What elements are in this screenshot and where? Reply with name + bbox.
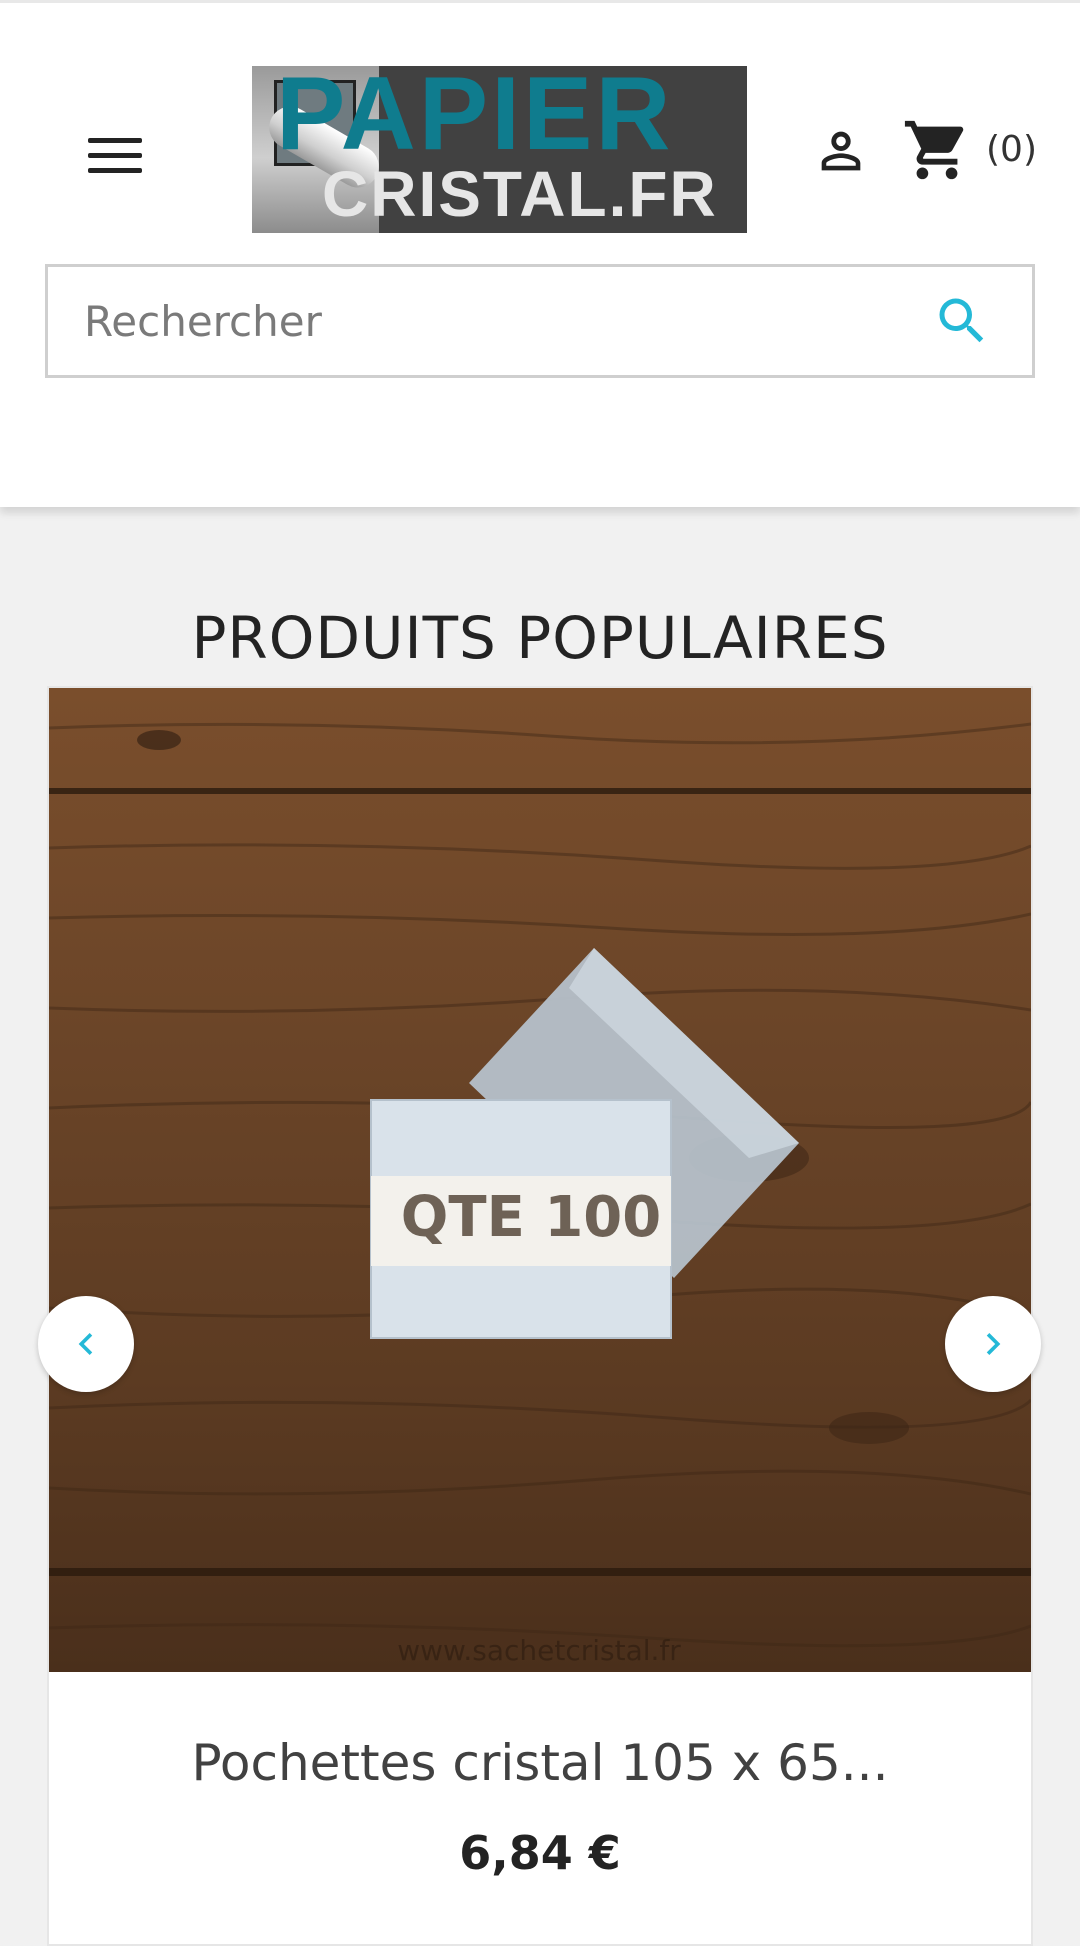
site-header: PAPIER CRISTAL.FR (0) — [0, 0, 1080, 507]
hamburger-menu-button[interactable] — [88, 123, 152, 187]
logo-text-cristal: CRISTAL.FR — [322, 158, 718, 230]
search-input[interactable] — [48, 267, 908, 375]
product-photo: QTE 100 www.sachetcristal.fr — [49, 688, 1031, 1672]
chevron-right-icon — [986, 1333, 1001, 1355]
product-name[interactable]: Pochettes cristal 105 x 65... — [49, 1734, 1031, 1792]
search-bar — [45, 264, 1035, 378]
product-price: 6,84 € — [459, 1826, 621, 1880]
carousel-next-button[interactable] — [945, 1296, 1041, 1392]
product-image[interactable]: QTE 100 www.sachetcristal.fr — [49, 688, 1031, 1672]
hamburger-menu-icon — [88, 137, 142, 143]
user-icon[interactable] — [812, 121, 870, 181]
section-title: PRODUITS POPULAIRES — [191, 604, 889, 673]
chevron-left-icon — [78, 1333, 93, 1355]
product-image-label: QTE 100 — [401, 1185, 661, 1250]
cart-count[interactable]: (0) — [986, 129, 1037, 170]
product-image-watermark: www.sachetcristal.fr — [397, 1634, 681, 1667]
shopping-cart-icon[interactable] — [902, 115, 972, 185]
site-logo[interactable]: PAPIER CRISTAL.FR — [252, 66, 747, 233]
logo-text-papier: PAPIER — [276, 66, 674, 172]
product-card[interactable]: QTE 100 www.sachetcristal.fr Pochettes c… — [47, 686, 1033, 1946]
search-icon[interactable] — [932, 291, 992, 351]
carousel-prev-button[interactable] — [38, 1296, 134, 1392]
